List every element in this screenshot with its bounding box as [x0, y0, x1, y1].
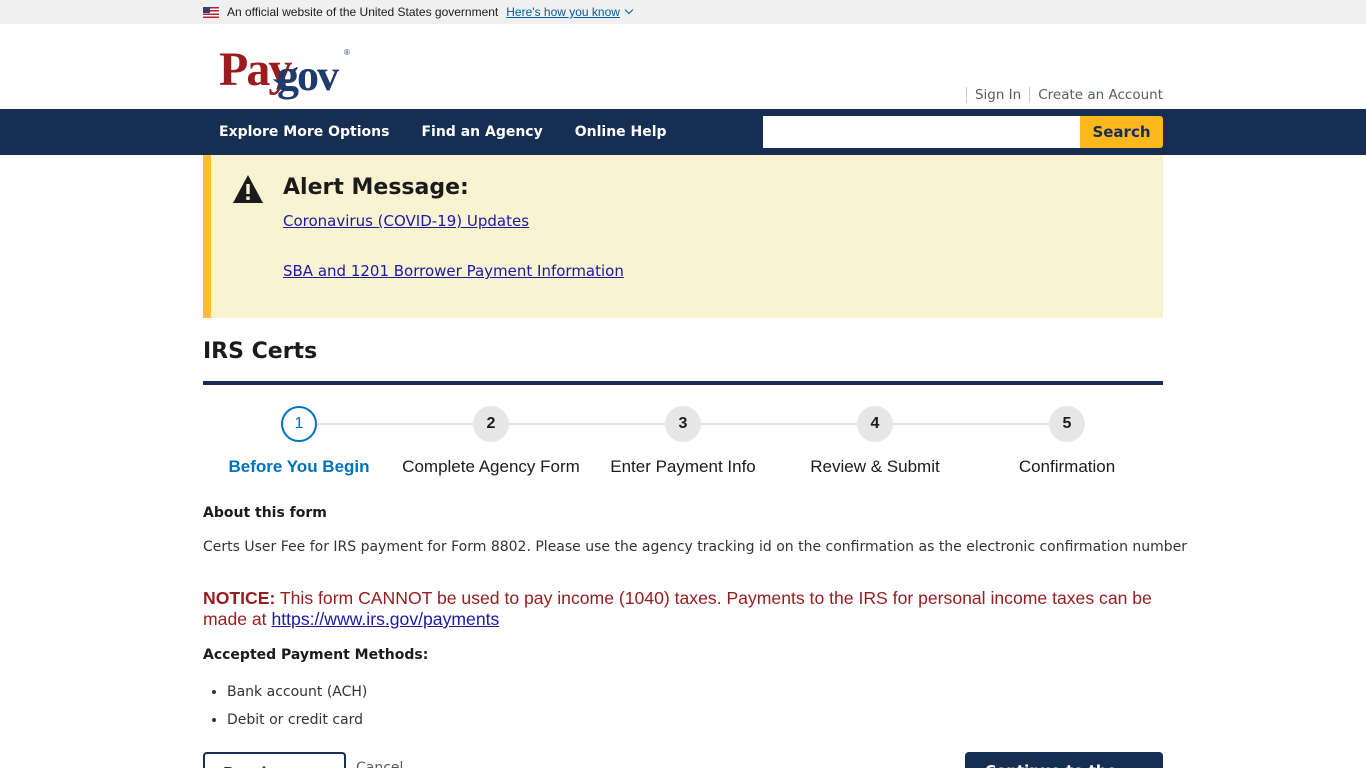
alert-title: Alert Message: [283, 175, 469, 200]
step-review-submit: 4 Review & Submit [779, 405, 971, 477]
nav-item-online-help[interactable]: Online Help [575, 124, 667, 140]
notice-label: NOTICE: [203, 588, 276, 608]
title-divider [203, 381, 1163, 385]
irs-payments-link[interactable]: https://www.irs.gov/payments [271, 609, 499, 629]
covid-updates-link[interactable]: Coronavirus (COVID-19) Updates [283, 212, 529, 230]
step-label: Enter Payment Info [610, 457, 756, 476]
warning-triangle-icon [233, 175, 263, 203]
gov-banner-text: An official website of the United States… [227, 5, 499, 19]
step-number: 5 [1049, 406, 1085, 442]
step-before-you-begin: 1 Before You Begin [203, 405, 395, 477]
preview-form-button[interactable]: Preview Form [203, 752, 346, 768]
list-item: Bank account (ACH) [227, 682, 367, 710]
alert-message: Alert Message: Coronavirus (COVID-19) Up… [203, 155, 1163, 318]
cancel-link[interactable]: Cancel [356, 760, 403, 768]
create-account-link[interactable]: Create an Account [1038, 87, 1163, 103]
sign-in-link[interactable]: Sign In [975, 87, 1021, 103]
list-item: Debit or credit card [227, 710, 367, 738]
paygov-logo[interactable]: Pay ★ gov ® [219, 42, 359, 102]
payment-methods-list: Bank account (ACH) Debit or credit card [227, 682, 367, 738]
step-label: Review & Submit [810, 457, 940, 476]
payment-methods-heading: Accepted Payment Methods: [203, 647, 429, 663]
chevron-down-icon[interactable] [624, 5, 634, 15]
about-heading: About this form [203, 505, 327, 521]
site-header: Pay ★ gov ® Sign In Create an Account [0, 24, 1366, 109]
gov-banner: An official website of the United States… [0, 0, 1366, 24]
notice-message: NOTICE: This form CANNOT be used to pay … [203, 588, 1163, 630]
divider [1029, 87, 1031, 103]
divider [965, 87, 967, 103]
step-number: 4 [857, 406, 893, 442]
registered-mark: ® [344, 48, 350, 57]
us-flag-icon [203, 6, 219, 18]
step-label: Before You Begin [228, 457, 370, 476]
step-complete-agency-form: 2 Complete Agency Form [395, 405, 587, 477]
step-label: Complete Agency Form [402, 457, 580, 476]
step-number: 2 [473, 406, 509, 442]
search-button[interactable]: Search [1080, 116, 1163, 148]
page-title: IRS Certs [203, 339, 318, 364]
step-label: Confirmation [1018, 457, 1116, 476]
logo-text-gov: gov [277, 51, 339, 100]
step-number: 1 [281, 406, 317, 442]
heres-how-you-know-link[interactable]: Here's how you know [506, 5, 620, 19]
continue-to-form-button[interactable]: Continue to the Form [965, 752, 1163, 768]
about-text: Certs User Fee for IRS payment for Form … [203, 539, 1188, 555]
nav-item-explore-more-options[interactable]: Explore More Options [219, 124, 389, 140]
step-enter-payment-info: 3 Enter Payment Info [587, 405, 779, 477]
nav-item-find-an-agency[interactable]: Find an Agency [421, 124, 542, 140]
account-links: Sign In Create an Account [958, 87, 1163, 103]
progress-steps: 1 Before You Begin 2 Complete Agency For… [203, 405, 1163, 477]
search-form: Search [763, 116, 1163, 148]
step-number: 3 [665, 406, 701, 442]
main-nav: Explore More Options Find an Agency Onli… [0, 109, 1366, 155]
search-input[interactable] [763, 116, 1080, 148]
step-confirmation: 5 Confirmation [971, 405, 1163, 477]
sba-borrower-payment-link[interactable]: SBA and 1201 Borrower Payment Informatio… [283, 262, 624, 280]
